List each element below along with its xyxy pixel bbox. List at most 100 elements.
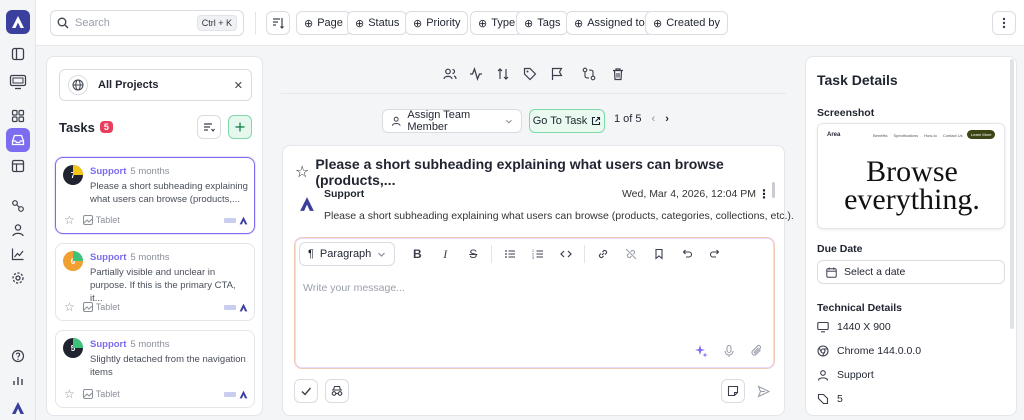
- thumb-nav: Benefits Specifications How-to Contact U…: [873, 133, 963, 138]
- assign-team-member-dropdown[interactable]: Assign Team Member: [382, 109, 522, 133]
- tech-row-user: Support: [817, 369, 874, 381]
- incognito-button[interactable]: [325, 379, 349, 403]
- task-card[interactable]: 5 Support 5 months Slightly detached from…: [55, 330, 255, 408]
- sticky-note-button[interactable]: [721, 379, 745, 403]
- filter-page-button[interactable]: ⊕ Page: [296, 11, 351, 35]
- filter-tags-button[interactable]: ⊕ Tags: [516, 11, 569, 35]
- task-card[interactable]: 7 Support 5 months Please a short subhead…: [55, 157, 255, 234]
- git-compare-icon[interactable]: [580, 65, 598, 83]
- filter-assigned-to-button[interactable]: ⊕ Assigned to: [566, 11, 653, 35]
- flag-icon[interactable]: [548, 65, 566, 83]
- integrations-icon[interactable]: [8, 196, 28, 216]
- plus-circle-icon: ⊕: [478, 17, 488, 30]
- bold-icon[interactable]: B: [406, 243, 428, 265]
- search-box[interactable]: Ctrl + K: [50, 10, 244, 36]
- tag-icon[interactable]: [521, 65, 539, 83]
- tech-row-browser: Chrome 144.0.0.0: [817, 345, 921, 357]
- sort-arrows-icon[interactable]: [494, 65, 512, 83]
- ai-sparkle-icon[interactable]: [694, 344, 708, 358]
- task-description: Slightly detached from the navigation it…: [90, 354, 246, 378]
- board-icon[interactable]: [8, 156, 28, 176]
- user-icon: [391, 116, 401, 126]
- bookmark-icon[interactable]: [648, 243, 670, 265]
- clear-project-icon[interactable]: ✕: [234, 79, 243, 92]
- strikethrough-icon[interactable]: S: [462, 243, 484, 265]
- due-date-label: Due Date: [817, 243, 863, 255]
- activity-icon[interactable]: [467, 65, 485, 83]
- search-input[interactable]: [75, 17, 195, 29]
- sort-icon: [273, 18, 284, 29]
- list-view-button[interactable]: [197, 115, 221, 139]
- message-input[interactable]: [303, 282, 763, 332]
- star-icon[interactable]: ☆: [295, 162, 309, 182]
- paragraph-dropdown[interactable]: ¶ Paragraph: [299, 242, 396, 266]
- project-selector[interactable]: All Projects ✕: [59, 69, 252, 101]
- bullet-list-icon[interactable]: [499, 243, 521, 265]
- go-to-task-button[interactable]: Go To Task: [529, 109, 605, 133]
- screenshot-thumbnail[interactable]: Area Benefits Specifications How-to Cont…: [817, 123, 1005, 229]
- pager-label: 1 of 5: [614, 113, 642, 125]
- link-icon[interactable]: [592, 243, 614, 265]
- filter-status-button[interactable]: ⊕ Status: [347, 11, 408, 35]
- star-icon[interactable]: ☆: [64, 213, 75, 227]
- user-icon[interactable]: [8, 220, 28, 240]
- comment-scrollbar[interactable]: [772, 182, 775, 198]
- search-shortcut: Ctrl + K: [196, 15, 237, 31]
- chevron-down-icon: [378, 252, 386, 257]
- left-rail: [0, 0, 36, 420]
- task-detail-card: ☆ Please a short subheading explaining w…: [282, 145, 794, 416]
- stats-icon[interactable]: [8, 370, 28, 390]
- inbox-icon[interactable]: [6, 128, 30, 152]
- brand-mini-icon: [224, 217, 236, 223]
- app-logo[interactable]: [6, 10, 30, 34]
- monitor-icon: [817, 321, 829, 333]
- thumb-headline: Browse everything.: [844, 155, 980, 216]
- help-icon[interactable]: [8, 346, 28, 366]
- code-icon[interactable]: [555, 243, 577, 265]
- send-button[interactable]: [751, 379, 775, 403]
- details-scrollbar[interactable]: [1010, 59, 1014, 329]
- task-footer: ☆ Tablet: [64, 300, 248, 314]
- brand-marks: [224, 216, 248, 225]
- microphone-icon[interactable]: [722, 344, 736, 358]
- plus-circle-icon: ⊕: [653, 17, 663, 30]
- calendar-icon: [826, 267, 837, 278]
- editor-toolbar: ¶ Paragraph B I S 123: [299, 242, 729, 266]
- numbered-list-icon[interactable]: 123: [527, 243, 549, 265]
- workspace-logo-icon[interactable]: [8, 398, 28, 418]
- filter-priority-button[interactable]: ⊕ Priority: [405, 11, 469, 35]
- members-icon[interactable]: [441, 65, 459, 83]
- star-icon[interactable]: ☆: [64, 387, 75, 401]
- globe-icon: [68, 75, 88, 95]
- undo-icon[interactable]: [676, 243, 698, 265]
- filter-created-by-button[interactable]: ⊕ Created by: [645, 11, 729, 35]
- due-date-picker[interactable]: Select a date: [817, 260, 1005, 284]
- sidebar-toggle-icon[interactable]: [8, 44, 28, 64]
- redo-icon[interactable]: [704, 243, 726, 265]
- star-icon[interactable]: ☆: [64, 300, 75, 314]
- kebab-icon: [1002, 17, 1006, 29]
- task-meta: Support 5 months: [90, 166, 170, 177]
- tag-icon: [817, 393, 829, 405]
- brand-mini-icon: [224, 304, 236, 310]
- logo-icon: [12, 16, 24, 28]
- unlink-icon[interactable]: [620, 243, 642, 265]
- dashboard-icon[interactable]: [8, 106, 28, 126]
- device-label: Tablet: [82, 389, 120, 399]
- mark-complete-button[interactable]: [294, 379, 318, 403]
- add-task-button[interactable]: [228, 115, 252, 139]
- more-options-button[interactable]: [992, 11, 1016, 35]
- analytics-icon[interactable]: [8, 244, 28, 264]
- chevron-right-icon[interactable]: ›: [665, 113, 669, 125]
- settings-icon[interactable]: [8, 268, 28, 288]
- task-card[interactable]: 6 Support 5 months Partially visible and …: [55, 243, 255, 321]
- plus-circle-icon: ⊕: [413, 17, 423, 30]
- attachment-icon[interactable]: [750, 344, 764, 358]
- chevron-left-icon[interactable]: ‹: [652, 113, 656, 125]
- sort-button[interactable]: [266, 11, 290, 35]
- screen-capture-icon[interactable]: [8, 72, 28, 92]
- italic-icon[interactable]: I: [434, 243, 456, 265]
- tasks-header: Tasks 5: [59, 115, 252, 139]
- trash-icon[interactable]: [609, 65, 627, 83]
- comment-menu-icon[interactable]: ⋮: [758, 187, 770, 201]
